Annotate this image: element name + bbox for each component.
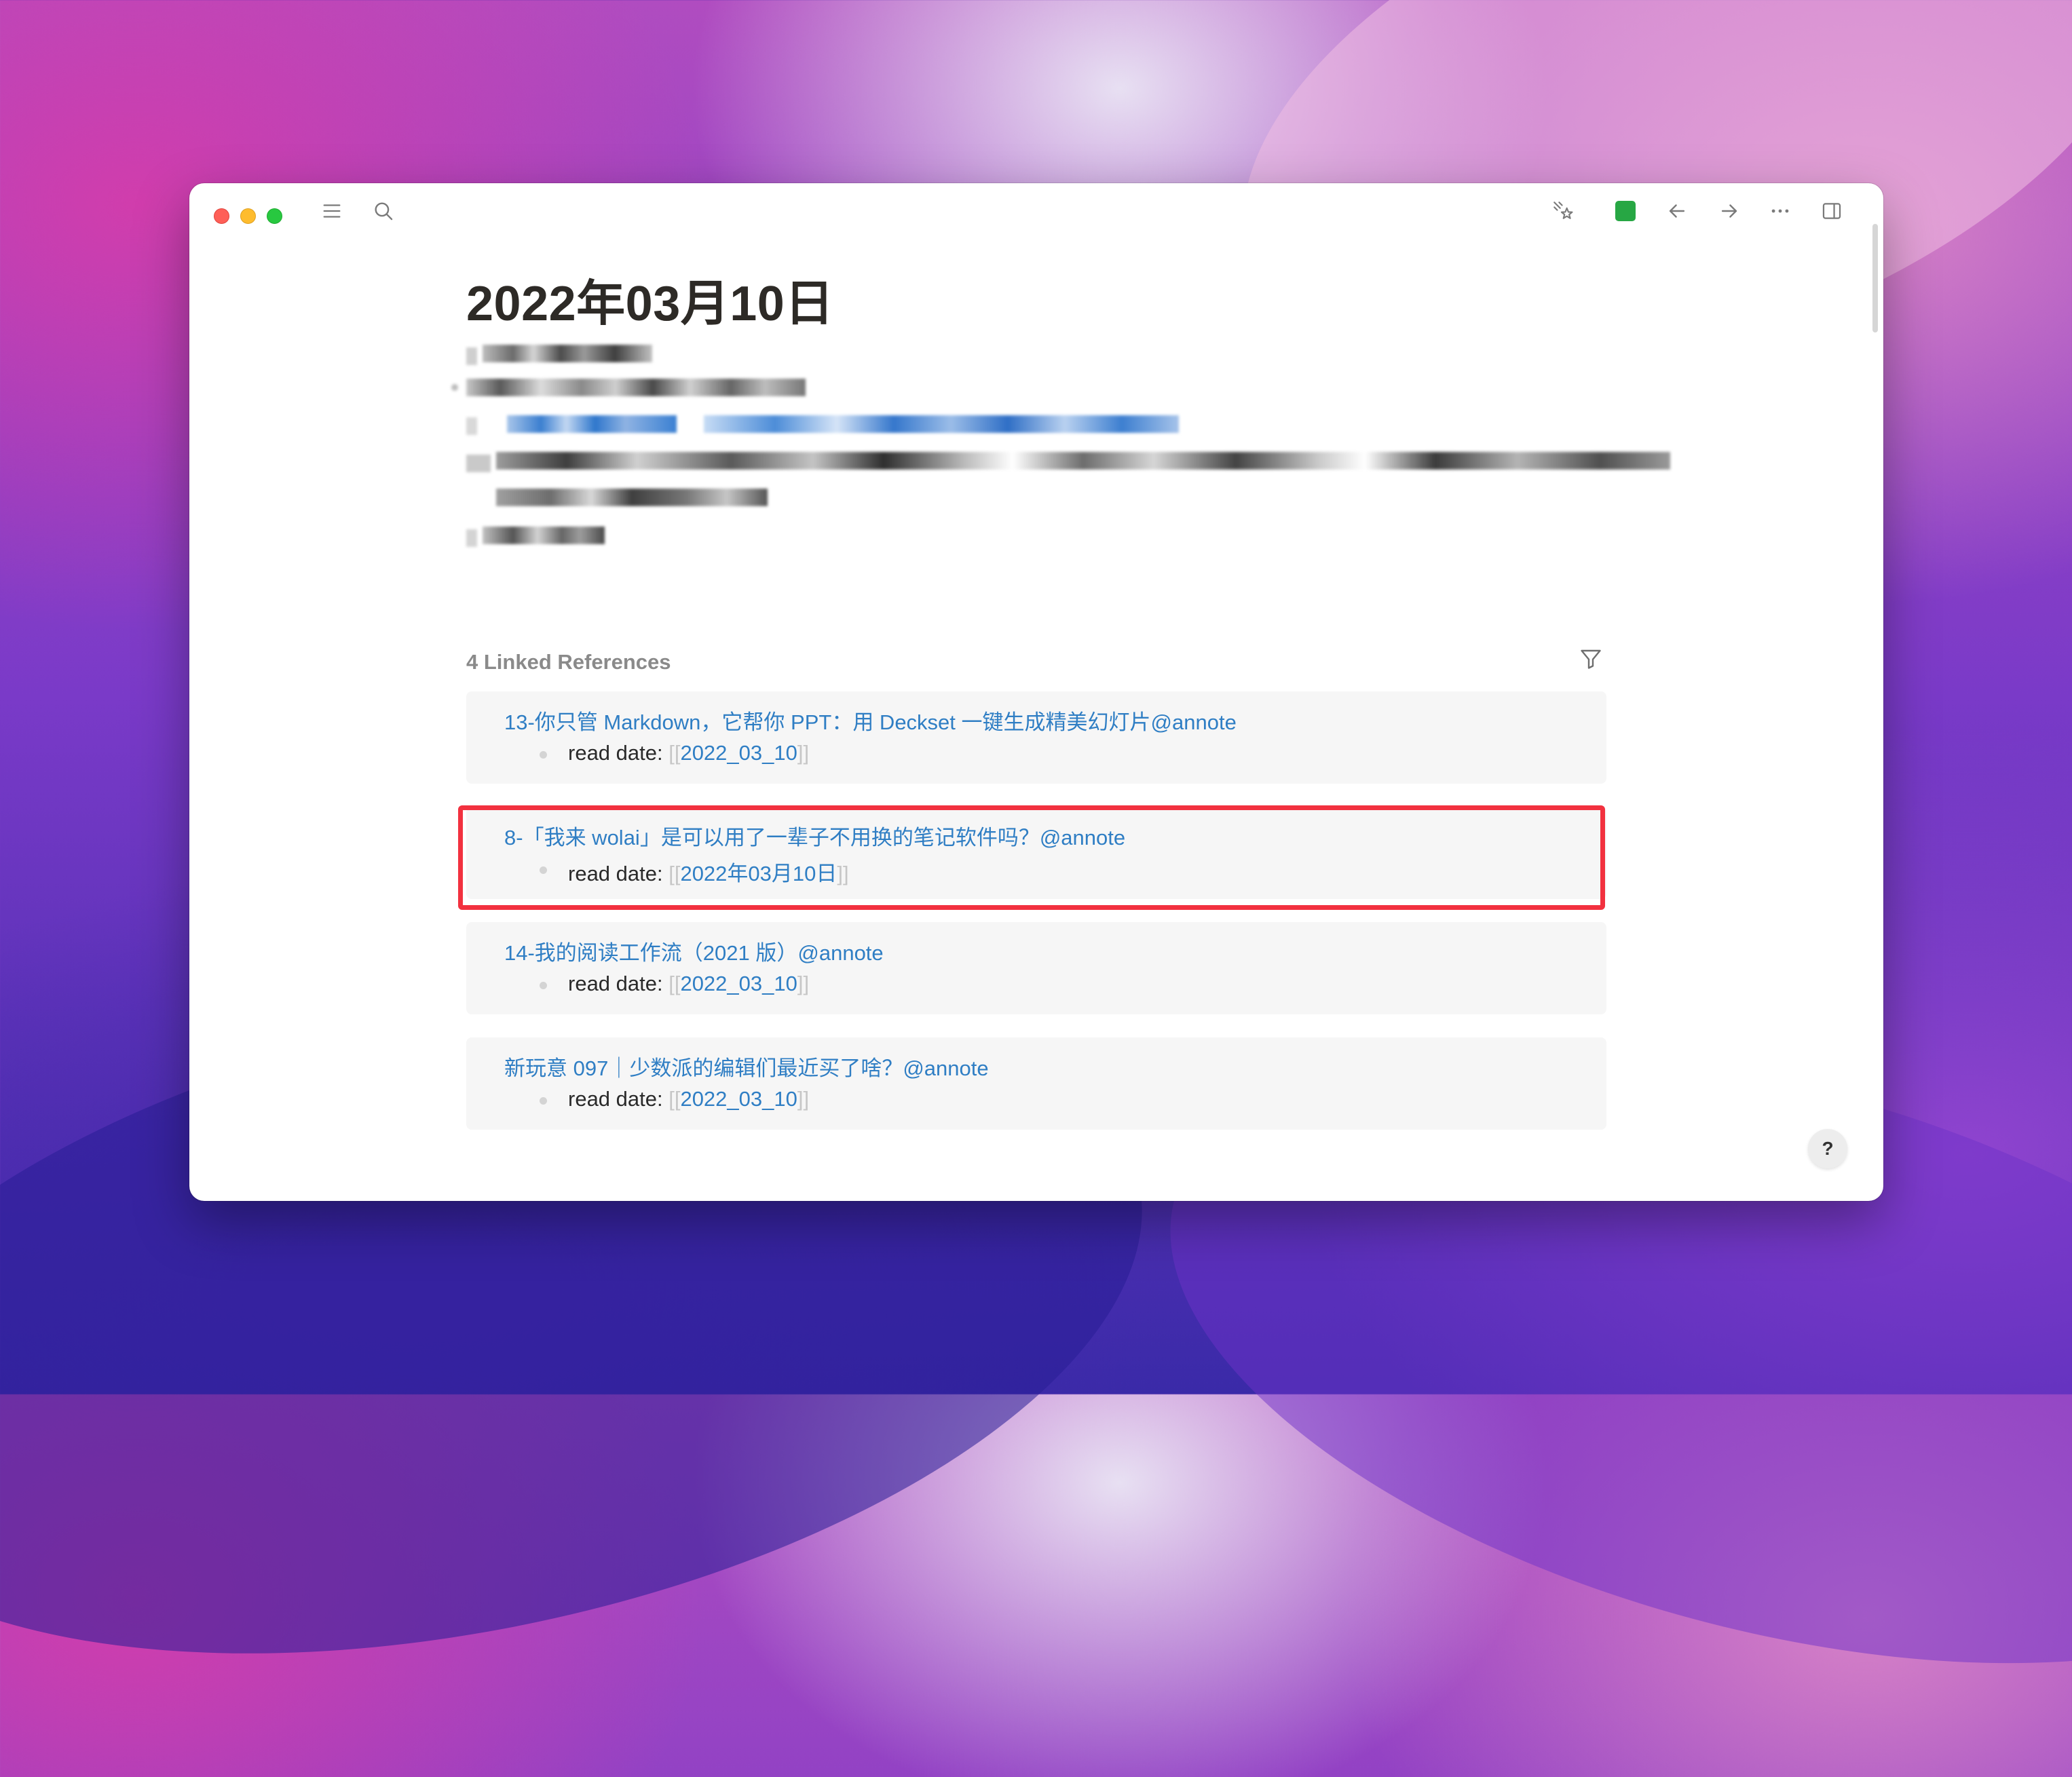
highlight-annotation-box: [458, 805, 1605, 910]
filter-icon[interactable]: [1575, 643, 1606, 674]
reference-block[interactable]: read date: [[2022_03_10]]: [568, 741, 809, 765]
reference-block[interactable]: read date: [[2022_03_10]]: [568, 1087, 809, 1111]
property-label: read date:: [568, 972, 669, 995]
linked-references-header: 4 Linked References: [466, 650, 671, 674]
search-icon[interactable]: [368, 195, 399, 227]
reference-page-link[interactable]: 新玩意 097｜少数派的编辑们最近买了啥？@annote: [504, 1051, 989, 1082]
more-icon[interactable]: [1765, 195, 1796, 227]
bullet-icon[interactable]: [540, 982, 547, 989]
app-window: 2022年03月10日 4 Linked References 13-你只管 M…: [189, 183, 1883, 1201]
bracket-open: [[: [668, 972, 681, 995]
reference-page-link[interactable]: 13-你只管 Markdown，它帮你 PPT：用 Deckset 一键生成精美…: [504, 705, 1237, 735]
bracket-close: ]]: [797, 741, 810, 765]
sidebar-menu-icon[interactable]: [316, 195, 347, 227]
bracket-close: ]]: [797, 972, 810, 995]
scrollbar[interactable]: [1872, 224, 1878, 332]
sync-status-icon[interactable]: [1610, 195, 1641, 227]
date-page-link[interactable]: 2022_03_10: [680, 1087, 797, 1111]
title-bar: [189, 183, 1883, 231]
reference-page-link[interactable]: 14-我的阅读工作流（2021 版）@annote: [504, 936, 884, 966]
back-arrow-icon[interactable]: [1661, 195, 1693, 227]
close-window-button[interactable]: [214, 208, 229, 224]
linked-reference-card[interactable]: 14-我的阅读工作流（2021 版）@annote read date: [[2…: [466, 922, 1606, 1014]
reference-block[interactable]: read date: [[2022_03_10]]: [568, 972, 809, 996]
page-title: 2022年03月10日: [466, 277, 834, 331]
property-label: read date:: [568, 741, 669, 765]
property-label: read date:: [568, 1087, 669, 1111]
date-page-link[interactable]: 2022_03_10: [680, 741, 797, 765]
right-sidebar-icon[interactable]: [1816, 195, 1847, 227]
linked-reference-card[interactable]: 新玩意 097｜少数派的编辑们最近买了啥？@annote read date: …: [466, 1037, 1606, 1130]
obscured-content: [451, 341, 1688, 578]
linked-reference-card[interactable]: 13-你只管 Markdown，它帮你 PPT：用 Deckset 一键生成精美…: [466, 691, 1606, 784]
bracket-open: [[: [668, 1087, 681, 1111]
bullet-icon[interactable]: [540, 1097, 547, 1105]
forward-arrow-icon[interactable]: [1714, 195, 1745, 227]
bracket-open: [[: [668, 741, 681, 765]
star-sparkle-icon[interactable]: [1547, 195, 1579, 227]
help-button[interactable]: ?: [1808, 1129, 1847, 1168]
bullet-icon[interactable]: [540, 751, 547, 759]
minimize-window-button[interactable]: [240, 208, 256, 224]
bracket-close: ]]: [797, 1087, 810, 1111]
date-page-link[interactable]: 2022_03_10: [680, 972, 797, 995]
maximize-window-button[interactable]: [267, 208, 282, 224]
